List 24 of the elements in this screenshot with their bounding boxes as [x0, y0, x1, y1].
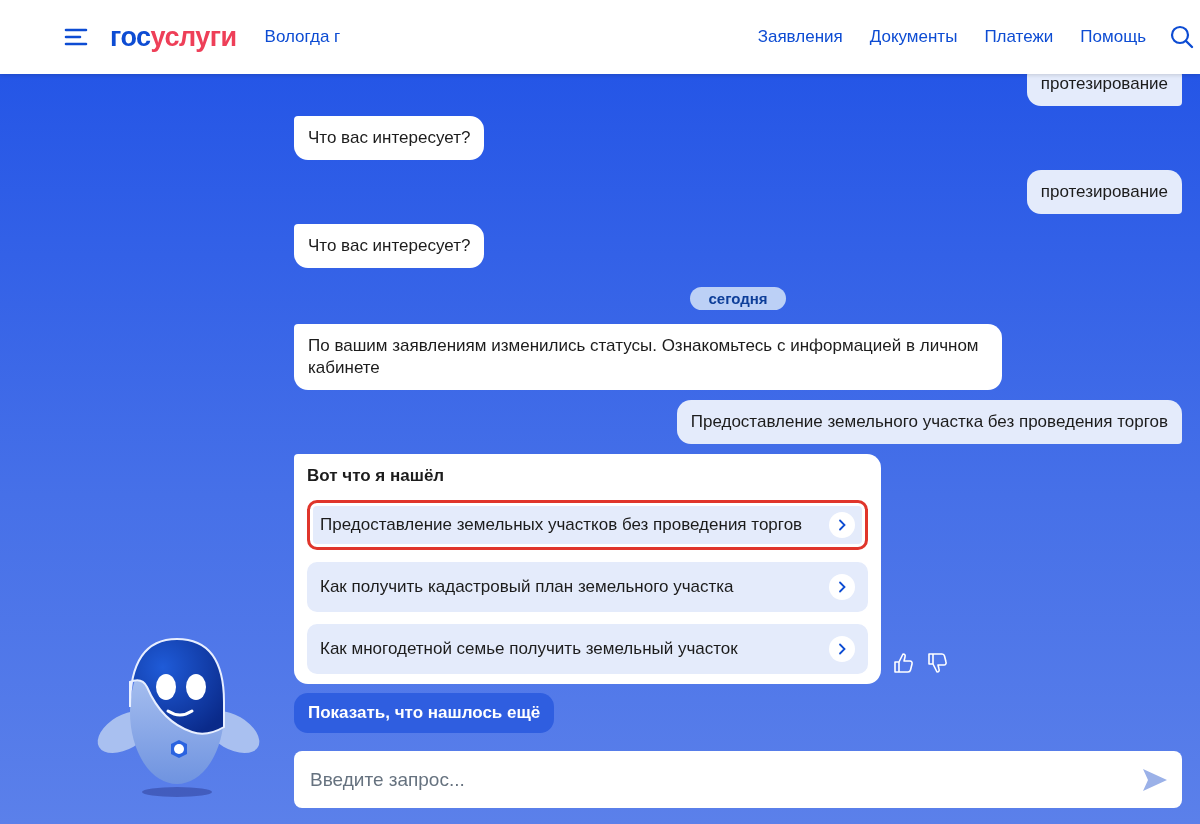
thumbs-down-icon[interactable] [927, 652, 949, 674]
chevron-icon [829, 636, 855, 662]
user-message: протезирование [1026, 170, 1182, 214]
chevron-icon [829, 574, 855, 600]
date-label: сегодня [690, 287, 786, 310]
query-field[interactable]: Введите запрос... [294, 751, 1182, 808]
menu-icon[interactable] [64, 27, 88, 47]
bot-message: По вашим заявлениям изменились статусы. Ознакомьтесь с информацией в личном кабинете [294, 324, 1002, 390]
thumbs-up-icon[interactable] [893, 652, 915, 674]
logo[interactable]: госуслуги [110, 21, 237, 53]
show-more-button[interactable]: Показать, что нашлось ещё [294, 693, 555, 733]
nav-link[interactable]: Помощь [1080, 27, 1146, 47]
search-icon[interactable] [1170, 25, 1194, 49]
nav-link[interactable]: Платежи [984, 27, 1054, 47]
nav-link[interactable]: Документы [869, 27, 958, 47]
city-link[interactable]: Вологда г [264, 27, 341, 47]
chevron-icon [829, 512, 855, 538]
user-message: протезирование [1026, 74, 1182, 106]
bot-message: Что вас интересует? [294, 224, 485, 268]
send-icon[interactable] [1142, 767, 1168, 792]
results-title: Вот что я нашёл [307, 466, 446, 486]
nav-link[interactable]: Заявления [757, 27, 843, 47]
user-message: Предоставление земельного участка без проведения торгов [676, 400, 1182, 444]
bot-message: Что вас интересует? [294, 116, 485, 160]
